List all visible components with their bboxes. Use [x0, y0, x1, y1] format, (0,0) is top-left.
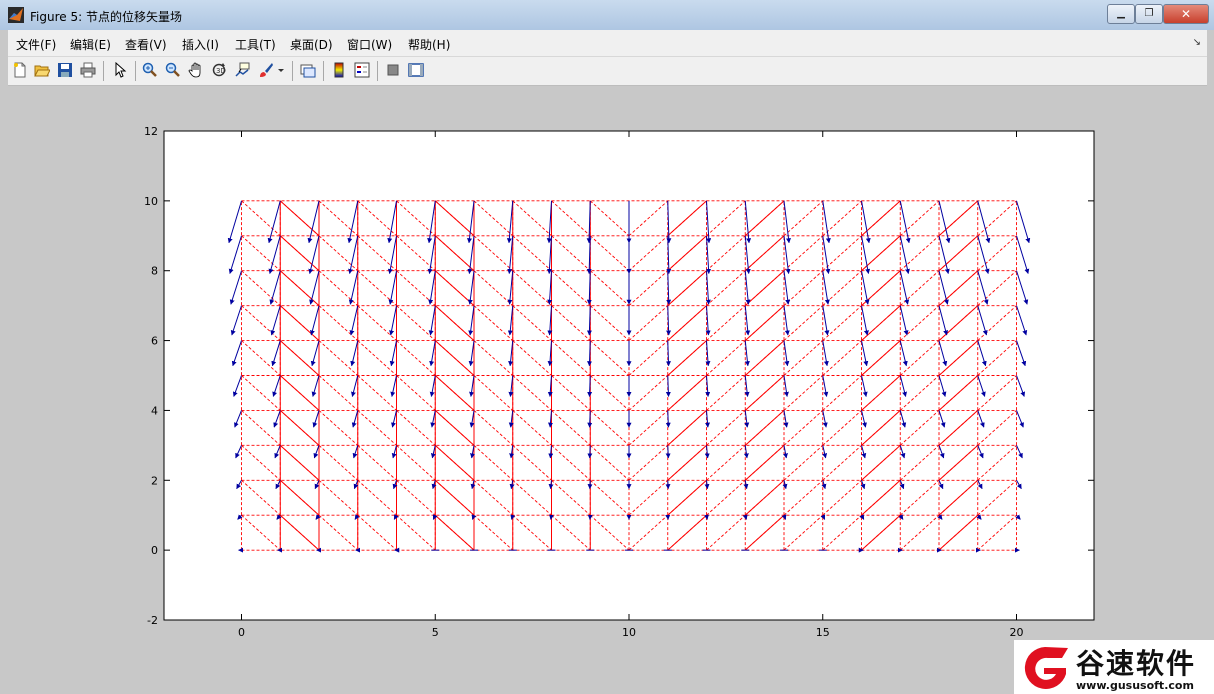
new-figure-icon[interactable] [10, 60, 30, 80]
menubar: 文件(F) 编辑(E) 查看(V) 插入(I) 工具(T) 桌面(D) 窗口(W… [8, 30, 1207, 57]
toolbar-separator [377, 61, 378, 81]
menu-file[interactable]: 文件(F) [16, 36, 56, 53]
x-tick-label: 10 [622, 626, 636, 639]
toolbar-separator [323, 61, 324, 81]
dock-arrow-icon[interactable]: ↘ [1193, 37, 1201, 48]
menu-help[interactable]: 帮助(H) [408, 36, 450, 53]
window-titlebar: Figure 5: 节点的位移矢量场 ▁ ❐ ✕ [0, 0, 1214, 30]
toolbar: 3D [8, 57, 1207, 86]
zoom-in-icon[interactable] [140, 60, 160, 80]
close-button[interactable]: ✕ [1163, 4, 1209, 24]
x-tick-label: 15 [816, 626, 830, 639]
y-tick-label: 10 [144, 195, 158, 208]
window-title: Figure 5: 节点的位移矢量场 [30, 10, 182, 24]
hide-plot-tools-icon[interactable] [383, 60, 403, 80]
print-icon[interactable] [78, 60, 98, 80]
quiver-plot: 0 5 10 15 20 -2 0 2 4 6 8 10 12 [144, 125, 1095, 639]
menu-tools[interactable]: 工具(T) [235, 36, 276, 53]
y-tick-label: -2 [147, 614, 158, 627]
menu-view[interactable]: 查看(V) [125, 36, 167, 53]
displacement-arrow [665, 410, 671, 428]
insert-colorbar-icon[interactable] [329, 60, 349, 80]
y-tick-label: 8 [151, 265, 158, 278]
y-tick-label: 12 [144, 125, 158, 138]
watermark-brand: 谷速软件 [1076, 647, 1197, 680]
pan-hand-icon[interactable] [186, 60, 206, 80]
toolbar-separator [135, 61, 136, 81]
displacement-arrow [587, 445, 593, 459]
gususoft-logo-icon [1024, 647, 1068, 689]
brush-dropdown-icon[interactable] [276, 60, 286, 80]
toolbar-separator [103, 61, 104, 81]
y-tick-label: 0 [151, 544, 158, 557]
data-cursor-icon[interactable] [232, 60, 252, 80]
y-tick-label: 4 [151, 404, 158, 417]
displacement-arrow [587, 410, 593, 428]
x-tick-label: 5 [432, 626, 439, 639]
svg-text:3D: 3D [216, 67, 226, 75]
x-tick-label: 20 [1010, 626, 1024, 639]
y-tick-label: 6 [151, 335, 158, 348]
menu-window[interactable]: 窗口(W) [347, 36, 392, 53]
figure-canvas: 0 5 10 15 20 -2 0 2 4 6 8 10 12 [8, 86, 1207, 686]
link-plot-icon[interactable] [298, 60, 318, 80]
menu-insert[interactable]: 插入(I) [182, 36, 219, 53]
zoom-out-icon[interactable] [163, 60, 183, 80]
open-file-icon[interactable] [32, 60, 52, 80]
menu-desktop[interactable]: 桌面(D) [290, 36, 333, 53]
displacement-arrow [665, 445, 671, 459]
save-icon[interactable] [55, 60, 75, 80]
toolbar-separator [292, 61, 293, 81]
y-tick-label: 2 [151, 474, 158, 487]
maximize-button[interactable]: ❐ [1135, 4, 1163, 24]
minimize-button[interactable]: ▁ [1107, 4, 1135, 24]
edit-plot-arrow-icon[interactable] [110, 60, 130, 80]
x-tick-label: 0 [238, 626, 245, 639]
matlab-logo-icon [8, 7, 24, 23]
menu-edit[interactable]: 编辑(E) [70, 36, 111, 53]
watermark-url: www.gususoft.com [1076, 679, 1194, 692]
watermark: 谷速软件 www.gususoft.com [1014, 640, 1214, 694]
brush-icon[interactable] [256, 60, 276, 80]
insert-legend-icon[interactable] [352, 60, 372, 80]
show-plot-tools-icon[interactable] [406, 60, 426, 80]
rotate-3d-icon[interactable]: 3D [209, 60, 229, 80]
